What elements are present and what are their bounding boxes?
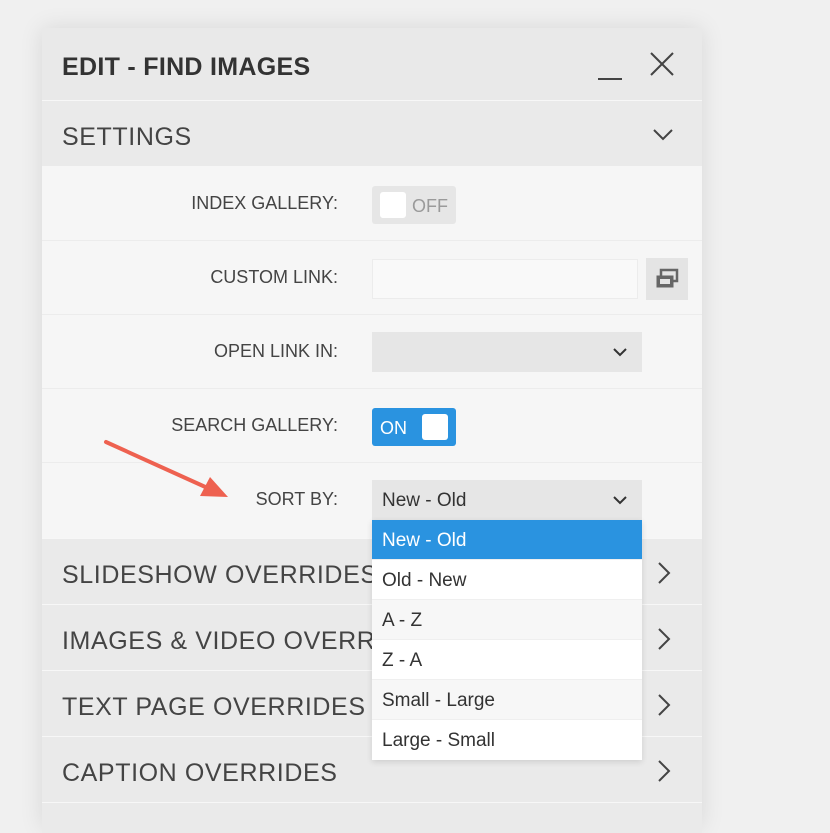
- sort-option-large-small[interactable]: Large - Small: [372, 720, 642, 760]
- panel-header: EDIT - FIND IMAGES: [42, 28, 702, 100]
- search-gallery-toggle[interactable]: ON: [372, 408, 456, 446]
- option-label: New - Old: [382, 530, 467, 551]
- section-settings[interactable]: SETTINGS: [42, 100, 702, 167]
- sort-by-select[interactable]: New - Old: [372, 480, 642, 520]
- option-label: Large - Small: [382, 730, 495, 751]
- section-label-caption: CAPTION OVERRIDES: [62, 759, 338, 787]
- option-label: A - Z: [382, 610, 423, 631]
- sort-option-old-new[interactable]: Old - New: [372, 560, 642, 600]
- custom-link-label: CUSTOM LINK:: [210, 267, 338, 287]
- close-button[interactable]: [648, 50, 676, 78]
- link-browse-button[interactable]: [646, 258, 688, 300]
- open-link-in-select[interactable]: [372, 332, 642, 372]
- row-index-gallery: INDEX GALLERY: OFF: [42, 166, 702, 241]
- toggle-state-label: OFF: [412, 196, 448, 216]
- toggle-knob: [380, 192, 406, 218]
- section-next[interactable]: [42, 802, 702, 833]
- close-icon: [650, 52, 674, 76]
- sort-option-a-z[interactable]: A - Z: [372, 600, 642, 640]
- sort-option-z-a[interactable]: Z - A: [372, 640, 642, 680]
- sort-by-label: SORT BY:: [255, 489, 338, 509]
- search-gallery-label: SEARCH GALLERY:: [171, 415, 338, 435]
- link-browse-icon: [656, 268, 679, 288]
- chevron-down-icon: [613, 496, 627, 505]
- toggle-state-label: ON: [380, 418, 407, 438]
- index-gallery-label: INDEX GALLERY:: [191, 193, 338, 213]
- panel-title: EDIT - FIND IMAGES: [62, 53, 311, 81]
- chevron-right-icon: [658, 628, 671, 650]
- section-label-settings: SETTINGS: [62, 123, 192, 151]
- chevron-right-icon: [658, 760, 671, 782]
- section-label-slideshow: SLIDESHOW OVERRIDES: [62, 561, 378, 589]
- custom-link-input[interactable]: [372, 259, 638, 299]
- sort-option-new-old[interactable]: New - Old: [372, 520, 642, 560]
- chevron-down-icon: [653, 129, 673, 141]
- minimize-icon: [598, 78, 622, 80]
- chevron-right-icon: [658, 562, 671, 584]
- annotation-arrow-icon: [104, 440, 228, 497]
- chevron-right-icon: [658, 694, 671, 716]
- toggle-knob: [422, 414, 448, 440]
- section-label-text-page: TEXT PAGE OVERRIDES: [62, 693, 366, 721]
- option-label: Old - New: [382, 570, 467, 591]
- minimize-button[interactable]: [598, 56, 624, 82]
- sort-option-small-large[interactable]: Small - Large: [372, 680, 642, 720]
- row-custom-link: CUSTOM LINK:: [42, 240, 702, 315]
- option-label: Small - Large: [382, 690, 495, 711]
- open-link-in-label: OPEN LINK IN:: [213, 341, 338, 361]
- sort-by-dropdown: New - Old Old - New A - Z Z - A Small - …: [372, 520, 642, 760]
- chevron-down-icon: [613, 348, 627, 357]
- index-gallery-toggle[interactable]: OFF: [372, 186, 456, 224]
- option-label: Z - A: [382, 650, 423, 671]
- row-open-link-in: OPEN LINK IN:: [42, 314, 702, 389]
- sort-by-value: New - Old: [382, 490, 467, 511]
